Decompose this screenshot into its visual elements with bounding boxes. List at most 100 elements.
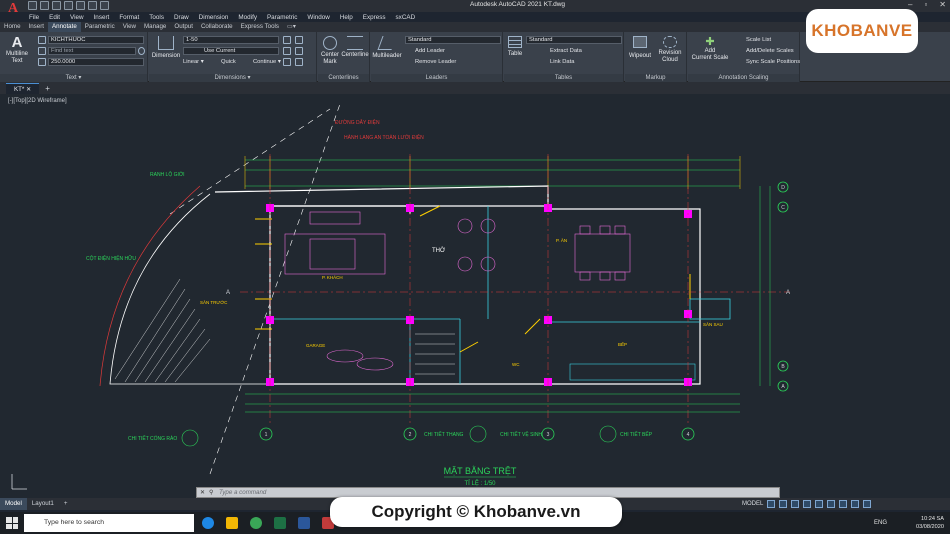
drawing-canvas[interactable]: [-][Top][2D Wireframe] ĐƯỜNG DÂY ĐIỆN HÀ… — [0, 94, 950, 498]
new-tab-button[interactable]: + — [45, 84, 50, 93]
dimensions-panel-title[interactable]: Dimensions ▾ — [149, 74, 316, 82]
ribbon-tab-2[interactable]: Annotate — [48, 22, 81, 32]
ribbon-tab-1[interactable]: Insert — [25, 22, 48, 32]
menu-item-file[interactable]: File — [24, 14, 44, 21]
grid-icon[interactable] — [767, 500, 776, 508]
save-as-icon[interactable] — [64, 1, 73, 10]
dim-style-select[interactable]: 1-50 — [183, 36, 279, 44]
command-customize-icon[interactable]: ⚲ — [209, 488, 214, 498]
ribbon-tab-6[interactable]: Output — [170, 22, 197, 32]
word-icon[interactable] — [298, 517, 310, 529]
text-height-select[interactable]: 250.0000 — [48, 58, 144, 66]
text-style-select[interactable]: KICHTHUOC — [48, 36, 144, 44]
annotation-scale-icon[interactable] — [839, 500, 848, 508]
undo-icon[interactable] — [88, 1, 97, 10]
polar-icon[interactable] — [803, 500, 812, 508]
menu-item-edit[interactable]: Edit — [44, 14, 65, 21]
find-text-input[interactable]: Find text — [48, 47, 136, 55]
windows-start-icon[interactable] — [6, 517, 18, 529]
customize-icon[interactable] — [863, 500, 872, 508]
ribbon-tab-8[interactable]: Express Tools — [237, 22, 283, 32]
tab-model[interactable]: Model — [0, 498, 27, 510]
menu-item-tools[interactable]: Tools — [144, 14, 169, 21]
remove-leader-button[interactable]: Remove Leader — [415, 59, 456, 65]
menu-item-help[interactable]: Help — [335, 14, 358, 21]
model-space-toggle[interactable]: MODEL — [742, 501, 763, 507]
dim-tool-icon[interactable] — [295, 36, 303, 44]
dim-tool-icon[interactable] — [283, 36, 291, 44]
plot-icon[interactable] — [76, 1, 85, 10]
file-explorer-icon[interactable] — [226, 517, 238, 529]
command-input[interactable]: Type a command — [219, 489, 266, 496]
dimension-button[interactable]: Dimension — [151, 36, 181, 60]
add-layout-button[interactable]: + — [59, 498, 73, 510]
ribbon-tab-5[interactable]: Manage — [140, 22, 170, 32]
close-tab-icon[interactable]: ✕ — [26, 86, 31, 93]
search-icon[interactable] — [138, 47, 145, 55]
file-tab-kt[interactable]: KT* ✕ — [6, 82, 40, 94]
tab-layout1[interactable]: Layout1 — [27, 498, 59, 510]
dim-tool-icon[interactable] — [295, 47, 303, 55]
menu-item-draw[interactable]: Draw — [169, 14, 194, 21]
menu-item-parametric[interactable]: Parametric — [262, 14, 302, 21]
revision-cloud-button[interactable]: Revision Cloud — [655, 36, 685, 64]
edge-icon[interactable] — [202, 517, 214, 529]
text-panel-title[interactable]: Text ▾ — [0, 74, 147, 82]
redo-icon[interactable] — [100, 1, 109, 10]
leader-style-select[interactable]: Standard — [405, 36, 501, 44]
workspace-gear-icon[interactable] — [851, 500, 860, 508]
table-button[interactable]: Table — [504, 36, 526, 58]
snap-icon[interactable] — [779, 500, 788, 508]
chrome-icon[interactable] — [250, 517, 262, 529]
taskbar-search-input[interactable]: Type here to search — [24, 514, 194, 532]
close-button[interactable]: ✕ — [939, 0, 946, 9]
save-icon[interactable] — [52, 1, 61, 10]
scale-list-button[interactable]: Scale List — [746, 37, 771, 43]
centerline-button[interactable]: Centerline — [340, 36, 370, 59]
dim-tool-icon[interactable] — [283, 58, 291, 66]
autocad-logo-icon[interactable]: A — [2, 1, 24, 23]
add-leader-button[interactable]: Add Leader — [415, 48, 445, 54]
menu-item-sxcad[interactable]: sxCAD — [391, 14, 421, 21]
linear-button[interactable]: Linear ▾ — [183, 59, 204, 65]
multileader-button[interactable]: Multileader — [371, 36, 403, 60]
excel-icon[interactable] — [274, 517, 286, 529]
link-data-button[interactable]: Link Data — [550, 59, 575, 65]
maximize-button[interactable]: ▫ — [924, 0, 927, 9]
open-icon[interactable] — [40, 1, 49, 10]
extract-data-button[interactable]: Extract Data — [550, 48, 582, 54]
ribbon-tab-3[interactable]: Parametric — [81, 22, 119, 32]
continue-button[interactable]: Continue ▾ — [253, 59, 281, 65]
wipeout-button[interactable]: Wipeout — [627, 36, 653, 60]
lineweight-icon[interactable] — [827, 500, 836, 508]
dim-layer-select[interactable]: Use Current — [183, 47, 279, 55]
viewport-label[interactable]: [-][Top][2D Wireframe] — [8, 98, 67, 104]
ribbon-tab-0[interactable]: Home — [0, 22, 25, 32]
ortho-icon[interactable] — [791, 500, 800, 508]
menu-item-express[interactable]: Express — [358, 14, 391, 21]
menu-item-insert[interactable]: Insert — [89, 14, 115, 21]
ribbon-tab-9[interactable]: ▭▾ — [283, 22, 300, 32]
dim-tool-icon[interactable] — [283, 47, 291, 55]
add-delete-scales-button[interactable]: Add/Delete Scales — [746, 48, 794, 54]
table-style-select[interactable]: Standard — [526, 36, 622, 44]
menu-item-format[interactable]: Format — [114, 14, 144, 21]
menu-item-dimension[interactable]: Dimension — [194, 14, 234, 21]
command-close-icon[interactable]: ✕ — [200, 488, 205, 498]
ribbon-tab-4[interactable]: View — [119, 22, 140, 32]
osnap-icon[interactable] — [815, 500, 824, 508]
system-clock[interactable]: 10:24 SA 03/08/2020 — [916, 515, 944, 531]
new-icon[interactable] — [28, 1, 37, 10]
dim-tool-icon[interactable] — [295, 58, 303, 66]
center-mark-button[interactable]: Center Mark — [318, 36, 342, 66]
sync-scale-positions-button[interactable]: Sync Scale Positions — [746, 59, 800, 65]
quick-button[interactable]: Quick — [221, 59, 236, 65]
add-current-scale-button[interactable]: ✚ Add Current Scale — [690, 36, 730, 62]
menu-item-modify[interactable]: Modify — [233, 14, 262, 21]
multiline-text-button[interactable]: A Multiline Text — [4, 35, 30, 65]
language-indicator[interactable]: ENG — [874, 520, 887, 526]
menu-item-view[interactable]: View — [65, 14, 89, 21]
ribbon-tab-7[interactable]: Collaborate — [197, 22, 237, 32]
menu-item-window[interactable]: Window — [302, 14, 334, 21]
minimize-button[interactable]: – — [908, 0, 912, 9]
